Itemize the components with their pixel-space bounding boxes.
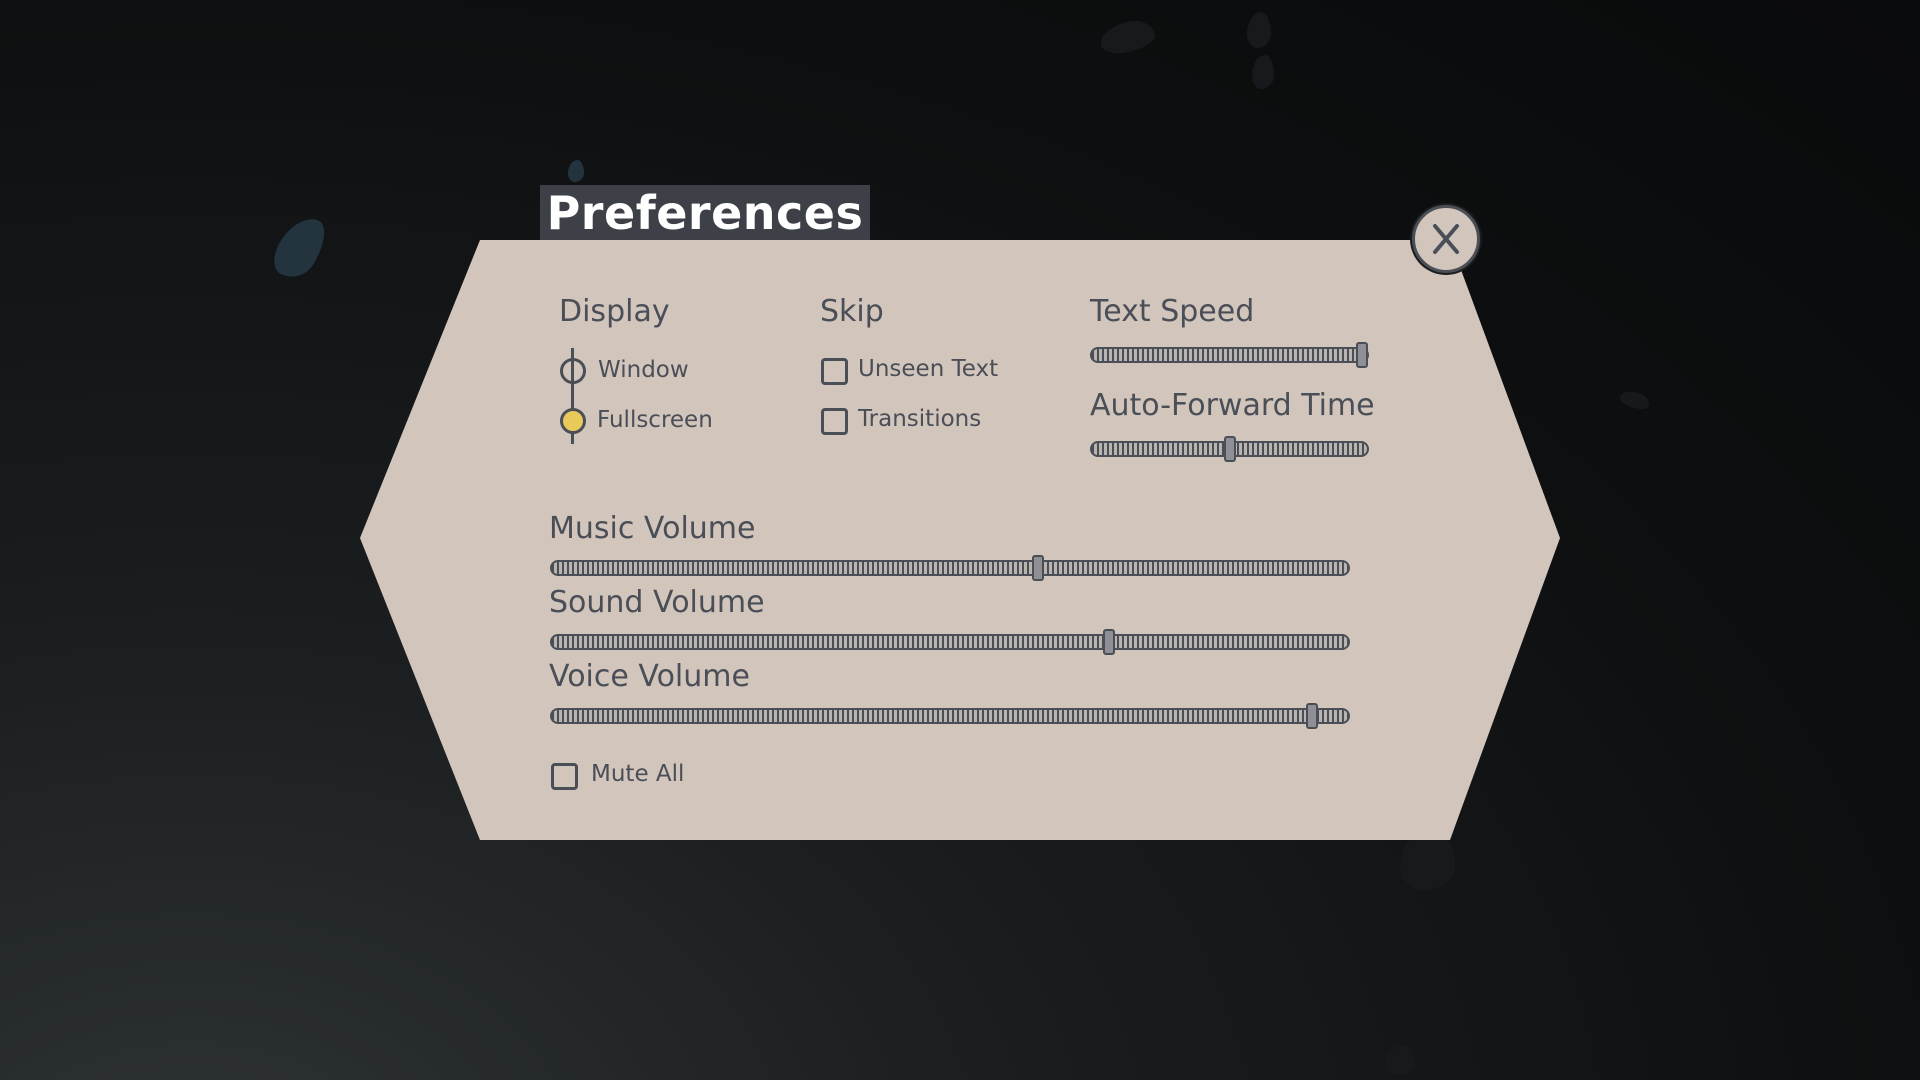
checkbox-mute-all[interactable] (551, 763, 578, 790)
sound-volume-label: Sound Volume (549, 585, 765, 620)
background-petal (1385, 1045, 1415, 1075)
voice-volume-slider-thumb[interactable] (1306, 703, 1319, 729)
sound-volume-slider[interactable] (550, 629, 1350, 655)
radio-window[interactable] (560, 358, 586, 384)
background-petal (1097, 17, 1158, 57)
music-volume-label: Music Volume (549, 511, 756, 546)
background-petal (1247, 12, 1271, 48)
text-speed-slider[interactable] (1090, 342, 1369, 368)
auto-forward-slider[interactable] (1090, 436, 1369, 462)
preferences-panel (360, 240, 1560, 840)
voice-volume-slider[interactable] (550, 703, 1350, 729)
radio-fullscreen-label[interactable]: Fullscreen (597, 407, 713, 433)
radio-window-label[interactable]: Window (598, 357, 689, 383)
close-button[interactable] (1412, 205, 1480, 273)
skip-heading: Skip (820, 294, 884, 329)
sound-volume-slider-thumb[interactable] (1103, 629, 1116, 655)
page-title: Preferences (546, 185, 864, 240)
background-petal (266, 209, 334, 286)
preferences-title-tab: Preferences (540, 185, 870, 240)
checkbox-mute-all-label[interactable]: Mute All (591, 761, 684, 787)
checkbox-transitions-label[interactable]: Transitions (858, 406, 981, 432)
checkbox-transitions[interactable] (821, 408, 848, 435)
music-volume-slider-thumb[interactable] (1031, 555, 1044, 581)
background-petal (1618, 387, 1652, 413)
background-petal (568, 160, 584, 182)
text-speed-slider-thumb[interactable] (1355, 342, 1368, 368)
music-volume-slider[interactable] (550, 555, 1350, 581)
radio-fullscreen[interactable] (560, 408, 586, 434)
auto-forward-label: Auto-Forward Time (1090, 388, 1375, 423)
background-petal (1252, 55, 1274, 89)
checkbox-unseen-text-label[interactable]: Unseen Text (858, 356, 998, 382)
panel-background (360, 240, 1560, 840)
display-heading: Display (559, 294, 670, 329)
close-x-icon (1433, 224, 1459, 254)
auto-forward-slider-thumb[interactable] (1223, 436, 1236, 462)
text-speed-label: Text Speed (1090, 294, 1255, 329)
checkbox-unseen-text[interactable] (821, 358, 848, 385)
voice-volume-label: Voice Volume (549, 659, 750, 694)
